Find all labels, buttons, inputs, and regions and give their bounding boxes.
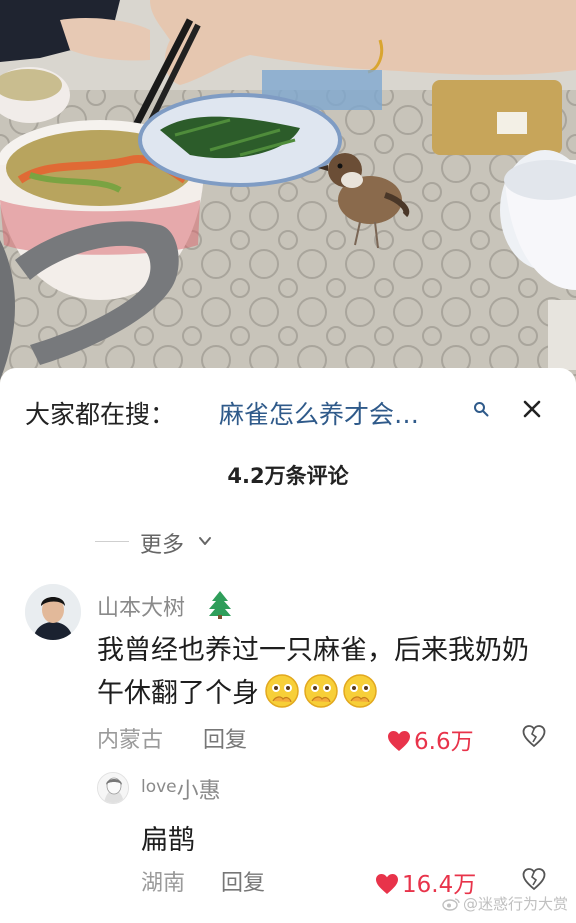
watermark-text: @迷惑行为大赏 [463,895,569,913]
broken-heart-icon[interactable] [522,724,546,748]
heart-icon [376,874,398,894]
avatar[interactable] [25,584,81,640]
video-frame [0,0,576,400]
user-avatar-drawing [98,773,128,803]
like-button[interactable]: 6.6万 [387,722,474,758]
reply-username-latin: love [141,777,177,797]
reply-button[interactable]: 回复 [203,722,247,754]
chevron-down-icon [199,537,211,545]
related-search-bar[interactable]: 大家都在搜： 麻雀怎么养才会… [0,388,576,432]
reply-username-cjk: 小惠 [176,779,221,804]
comment-sheet: 大家都在搜： 麻雀怎么养才会… 4.2万条评论 更多 山本大树 我曾经也养过一只… [0,368,576,923]
comment-location: 内蒙古 [97,728,164,753]
thinking-face-emoji-icon [265,674,299,708]
thinking-face-emoji-icon [304,674,338,708]
like-count: 6.6万 [414,729,474,755]
comment-count-title: 4.2万条评论 [227,464,349,488]
reply-username[interactable]: love小惠 [141,773,221,805]
more-label: 更多 [140,533,185,558]
broken-heart-icon[interactable] [522,867,546,891]
emoji-group [263,672,380,723]
weibo-logo-icon [442,898,460,911]
reply-button[interactable]: 回复 [221,865,265,897]
related-search-query-link[interactable]: 麻雀怎么养才会… [219,395,419,431]
reply-location: 湖南 [141,871,186,896]
comment-meta-row: 内蒙古 回复 6.6万 [97,722,557,758]
avatar[interactable] [97,772,129,804]
divider-line [95,541,129,542]
tree-emoji-icon [209,591,231,619]
related-search-prefix: 大家都在搜： [25,400,176,429]
search-icon[interactable] [473,401,489,417]
reply-text: 扁鹊 [141,825,195,856]
heart-icon [388,731,410,751]
weibo-watermark: @迷惑行为大赏 [442,893,568,914]
user-avatar-photo [25,584,81,640]
dining-table-scene [0,0,576,400]
thinking-face-emoji-icon [343,674,377,708]
comment-text: 我曾经也养过一只麻雀，后来我奶奶午休翻了个身 [97,630,542,723]
close-icon[interactable] [517,394,547,424]
comment-username[interactable]: 山本大树 [97,590,185,622]
